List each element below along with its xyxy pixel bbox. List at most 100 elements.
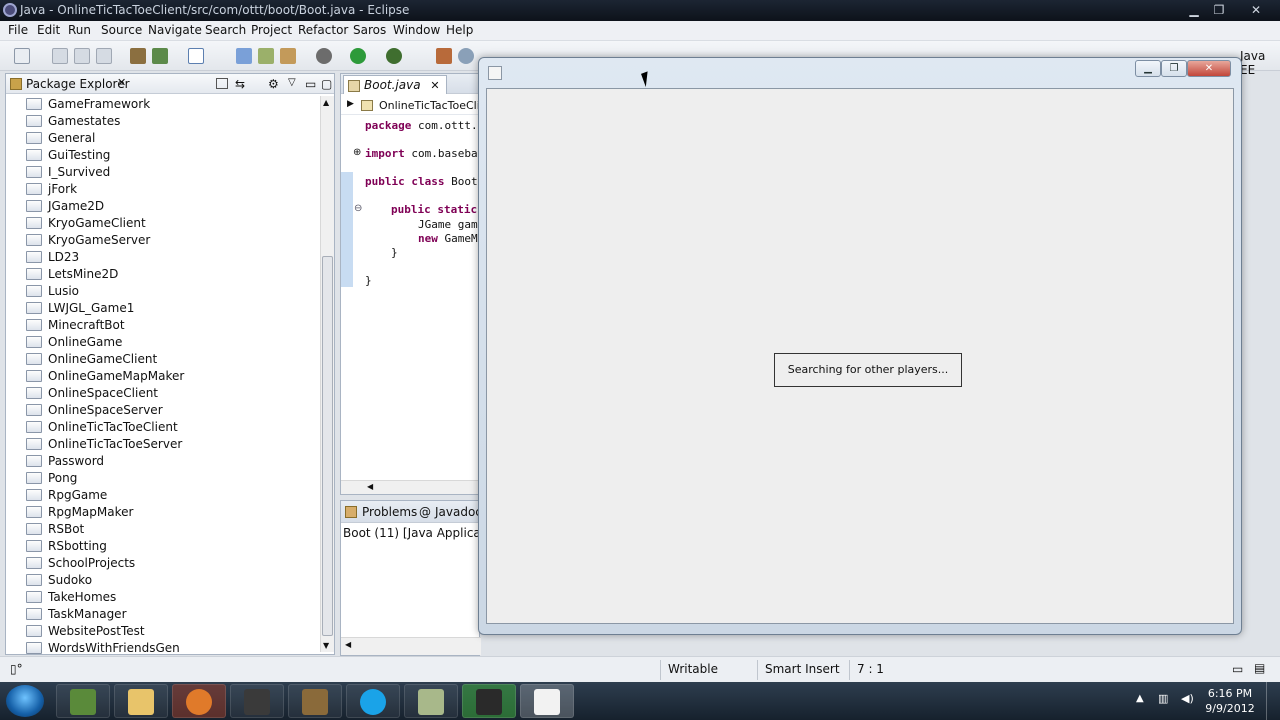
taskbar-firefox[interactable] — [172, 684, 226, 718]
editor-horizontal-scrollbar[interactable]: ◀ — [341, 480, 481, 494]
package-explorer-scrollbar[interactable]: ▲ ▼ — [320, 96, 334, 652]
code-line-brace-inner[interactable]: } — [391, 246, 398, 259]
menu-edit[interactable]: Edit — [37, 23, 60, 37]
fold-expand-icon[interactable]: ⊕ — [353, 147, 361, 158]
server-icon[interactable] — [130, 48, 146, 64]
java-app-content: Searching for other players... — [486, 88, 1234, 624]
network-icon[interactable]: ▥ — [1158, 692, 1168, 705]
bottom-tab-bar: Problems @ Javadoc — [341, 501, 482, 523]
close-view-icon[interactable]: ✕ — [117, 76, 126, 89]
progress-icon[interactable]: ▤ — [1254, 661, 1265, 675]
external-tools-icon[interactable] — [386, 48, 402, 64]
publish-icon[interactable] — [152, 48, 168, 64]
fold-collapse-icon[interactable]: ⊖ — [354, 203, 362, 214]
taskbar-minecraft[interactable] — [56, 684, 110, 718]
system-clock[interactable]: 6:16 PM 9/9/2012 — [1205, 686, 1255, 716]
project-folder-icon — [26, 642, 42, 654]
scroll-left-icon[interactable]: ◀ — [345, 640, 351, 649]
menu-source[interactable]: Source — [101, 23, 142, 37]
scroll-left-icon[interactable]: ◀ — [367, 482, 373, 491]
taskbar-app-notes[interactable] — [404, 684, 458, 718]
menu-run[interactable]: Run — [68, 23, 91, 37]
project-folder-icon — [26, 438, 42, 450]
maximize-view-icon[interactable]: ▢ — [321, 77, 332, 91]
code-line-package[interactable]: package com.ottt.b — [365, 119, 484, 132]
open-type-icon[interactable] — [280, 48, 296, 64]
project-folder-icon — [26, 234, 42, 246]
minimize-view-icon[interactable]: ▭ — [305, 77, 316, 91]
scroll-down-icon[interactable]: ▼ — [323, 641, 329, 650]
close-icon[interactable]: ✕ — [1245, 2, 1267, 18]
menu-navigate[interactable]: Navigate — [148, 23, 202, 37]
minimize-icon[interactable]: ▁ — [1135, 60, 1161, 77]
maximize-icon[interactable]: ❐ — [1208, 2, 1230, 18]
package-explorer-header: Package Explorer ✕ ⇆ ⚙ ▽ ▭ ▢ — [6, 74, 334, 94]
search-icon[interactable] — [458, 48, 474, 64]
menu-file[interactable]: File — [8, 23, 28, 37]
project-folder-icon — [26, 608, 42, 620]
close-tab-icon[interactable]: ✕ — [430, 79, 439, 92]
tab-boot-java[interactable]: Boot.java ✕ — [343, 75, 447, 94]
taskbar-java[interactable] — [520, 684, 574, 718]
close-icon[interactable]: ✕ — [1187, 60, 1231, 77]
start-button[interactable] — [6, 685, 44, 717]
console-horizontal-scrollbar[interactable]: ◀ — [341, 637, 481, 655]
project-folder-icon — [26, 625, 42, 637]
menu-window[interactable]: Window — [393, 23, 440, 37]
project-folder-icon — [26, 506, 42, 518]
link-editor-icon[interactable]: ⇆ — [235, 77, 245, 91]
code-line-brace-outer[interactable]: } — [365, 274, 372, 287]
code-line-class[interactable]: public class Boot — [365, 175, 478, 188]
project-folder-icon — [26, 302, 42, 314]
volume-icon[interactable]: ◀) — [1181, 692, 1194, 705]
open-perspective-icon[interactable] — [436, 48, 452, 64]
new-class-icon[interactable] — [258, 48, 274, 64]
run-icon[interactable] — [350, 48, 366, 64]
menu-refactor[interactable]: Refactor — [298, 23, 348, 37]
package-icon — [10, 78, 22, 90]
project-folder-icon — [26, 98, 42, 110]
project-folder-icon — [26, 200, 42, 212]
menu-project[interactable]: Project — [251, 23, 292, 37]
maximize-icon[interactable]: ❐ — [1161, 60, 1187, 77]
task-icon[interactable] — [188, 48, 204, 64]
taskbar-app-3870[interactable] — [230, 684, 284, 718]
filter-icon[interactable]: ⚙ — [268, 77, 279, 91]
status-cursor-position: 7 : 1 — [857, 662, 884, 676]
notes-icon — [418, 689, 444, 715]
debug-icon[interactable] — [316, 48, 332, 64]
menu-saros[interactable]: Saros — [353, 23, 386, 37]
print-icon[interactable] — [96, 48, 112, 64]
breadcrumb-label[interactable]: OnlineTicTacToeCli — [379, 99, 480, 112]
minecraft-icon — [70, 689, 96, 715]
menu-help[interactable]: Help — [446, 23, 473, 37]
view-menu-icon[interactable]: ▽ — [288, 77, 296, 88]
java-app-window[interactable]: ▁ ❐ ✕ Searching for other players... — [478, 57, 1242, 635]
project-folder-icon — [26, 166, 42, 178]
code-line-import[interactable]: import com.baseba — [365, 147, 478, 160]
save-icon[interactable] — [52, 48, 68, 64]
fast-view-icon[interactable]: ▯° — [10, 662, 23, 676]
code-line-main[interactable]: public static — [391, 203, 477, 216]
scrollbar-thumb[interactable] — [322, 256, 333, 636]
windows-taskbar: ▲ ▥ ◀) 6:16 PM 9/9/2012 — [0, 682, 1280, 720]
taskbar-app-green[interactable] — [462, 684, 516, 718]
taskbar-skype[interactable] — [346, 684, 400, 718]
new-package-icon[interactable] — [236, 48, 252, 64]
breadcrumb-arrow-icon[interactable]: ▶ — [347, 99, 354, 109]
show-desktop-button[interactable] — [1266, 682, 1280, 720]
status-insert-mode: Smart Insert — [765, 662, 840, 676]
code-line-new[interactable]: new GameM — [418, 232, 478, 245]
save-all-icon[interactable] — [74, 48, 90, 64]
new-icon[interactable] — [14, 48, 30, 64]
taskbar-explorer[interactable] — [114, 684, 168, 718]
heap-icon[interactable]: ▭ — [1232, 662, 1243, 676]
menu-search[interactable]: Search — [205, 23, 246, 37]
scroll-up-icon[interactable]: ▲ — [323, 98, 329, 107]
collapse-all-icon[interactable] — [216, 78, 228, 89]
code-line-jgame[interactable]: JGame gam — [418, 218, 478, 231]
taskbar-app-sonic[interactable] — [288, 684, 342, 718]
project-folder-icon — [26, 285, 42, 297]
minimize-icon[interactable]: ▁ — [1183, 2, 1205, 18]
tray-expand-icon[interactable]: ▲ — [1136, 693, 1144, 704]
